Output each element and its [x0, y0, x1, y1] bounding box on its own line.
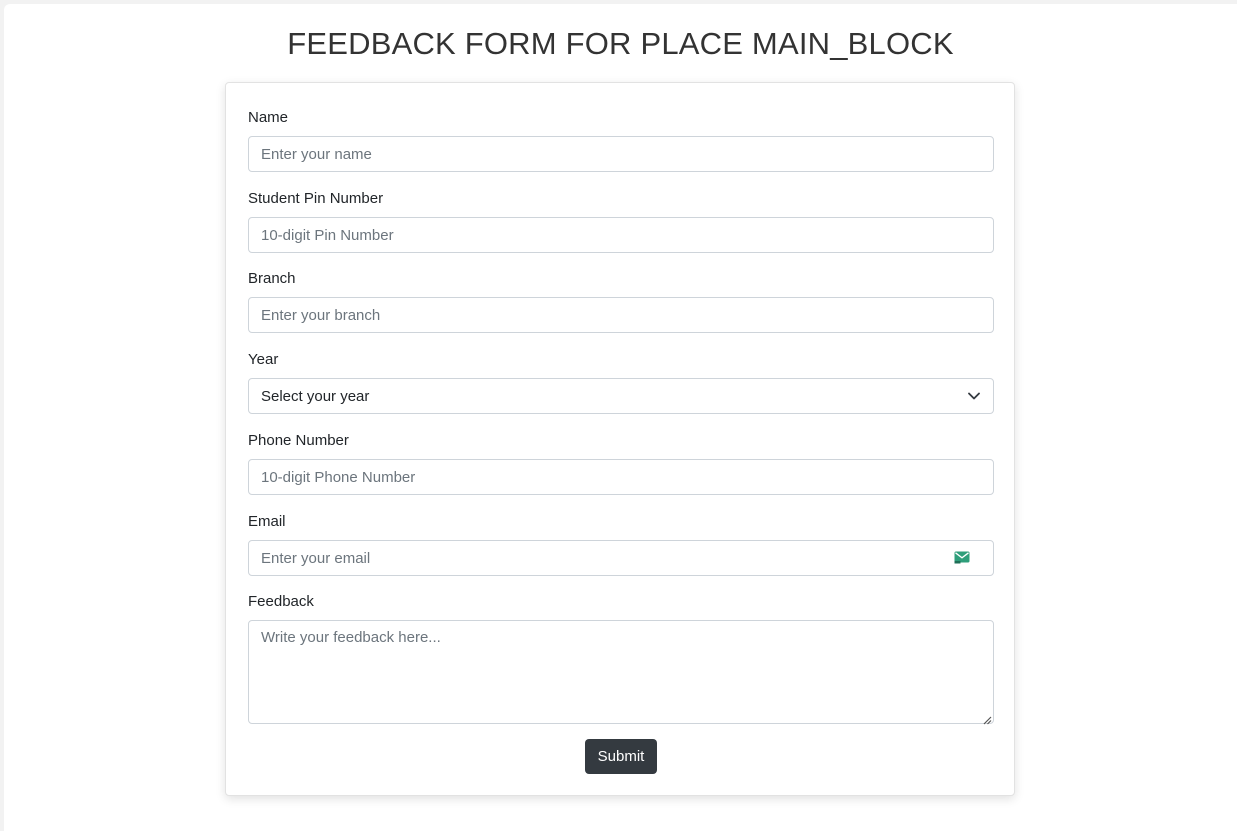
branch-label: Branch	[248, 270, 296, 287]
feedback-label: Feedback	[248, 593, 314, 610]
email-field-wrapper	[226, 540, 1016, 576]
email-icon[interactable]	[954, 551, 970, 564]
feedback-form: Name Student Pin Number Branch Year Sele…	[225, 82, 1015, 796]
year-select-value: Select your year	[261, 387, 370, 405]
pin-number-input[interactable]	[248, 217, 994, 253]
page-container: FEEDBACK FORM FOR PLACE MAIN_BLOCK Name …	[4, 4, 1237, 831]
page-title: FEEDBACK FORM FOR PLACE MAIN_BLOCK	[287, 26, 954, 61]
email-label: Email	[248, 513, 286, 530]
submit-button[interactable]: Submit	[585, 739, 657, 774]
phone-number-input[interactable]	[248, 459, 994, 495]
feedback-textarea[interactable]	[248, 620, 994, 724]
phone-number-label: Phone Number	[248, 432, 349, 449]
pin-number-label: Student Pin Number	[248, 190, 384, 207]
year-label: Year	[248, 351, 279, 368]
branch-input[interactable]	[248, 297, 994, 333]
feedback-field-wrapper	[226, 620, 1016, 725]
email-input[interactable]	[248, 540, 994, 576]
resize-handle-icon[interactable]	[982, 712, 992, 725]
year-select[interactable]: Select your year	[248, 378, 994, 414]
name-label: Name	[248, 109, 289, 126]
chevron-down-icon	[967, 389, 981, 403]
name-input[interactable]	[248, 136, 994, 172]
